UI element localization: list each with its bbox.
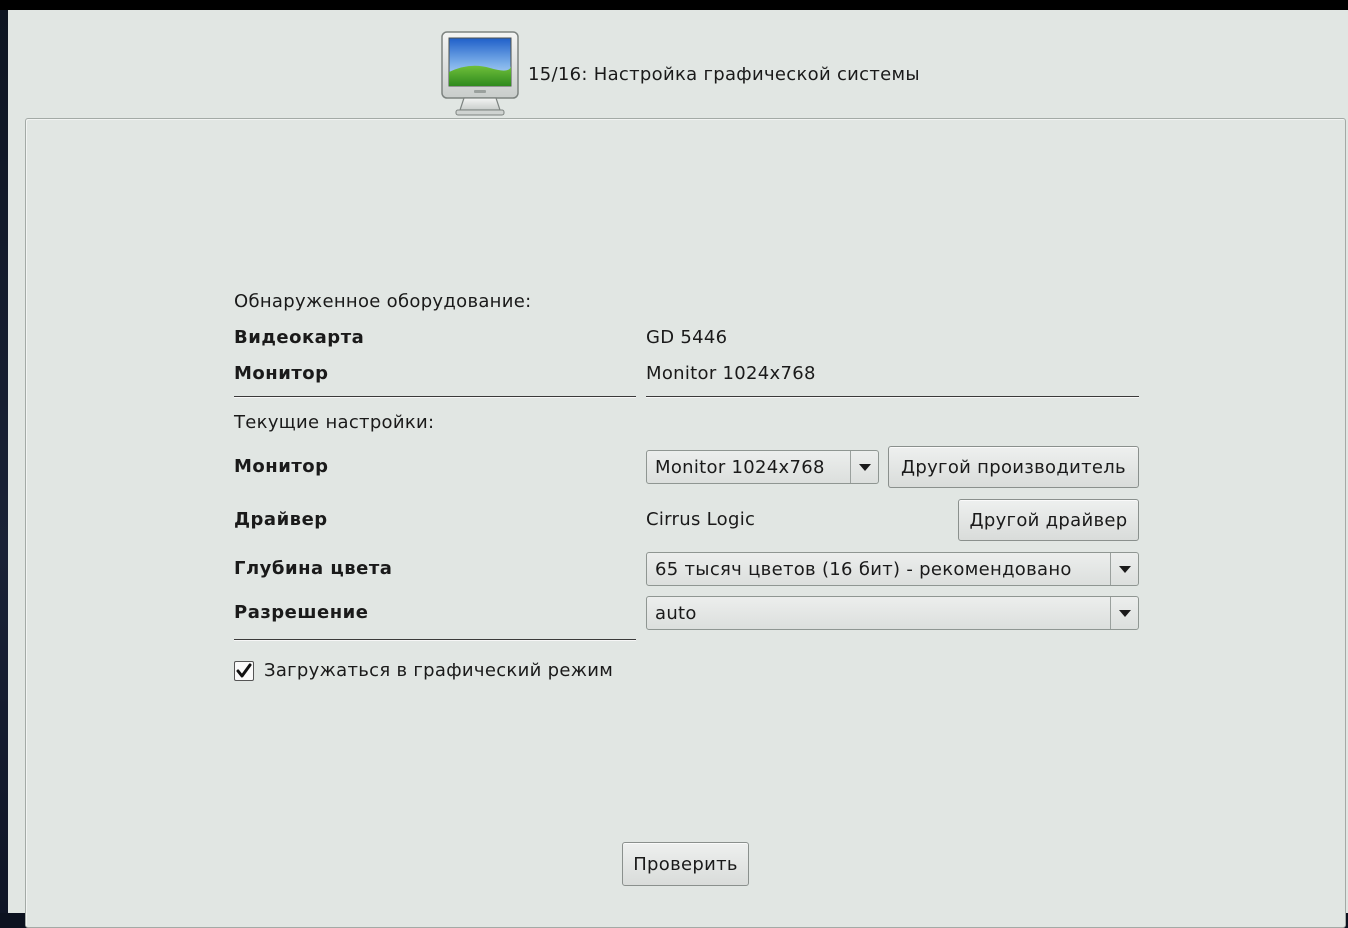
installer-window: 15/16: Настройка графической системы Обн…: [8, 10, 1348, 928]
chevron-down-icon[interactable]: [850, 451, 878, 483]
detected-monitor-value: Monitor 1024x768: [646, 363, 816, 384]
checkmark-icon: [236, 663, 252, 678]
separator-left: [234, 396, 636, 397]
detected-monitor-label: Монитор: [234, 363, 329, 384]
resolution-select-value: auto: [655, 602, 697, 624]
desktop-background: [0, 10, 8, 913]
resolution-select[interactable]: auto: [646, 596, 1139, 630]
color-depth-select[interactable]: 65 тысяч цветов (16 бит) - рекомендовано: [646, 552, 1139, 586]
video-card-label: Видеокарта: [234, 327, 365, 348]
monitor-select-value: Monitor 1024x768: [655, 456, 825, 478]
other-vendor-button[interactable]: Другой производитель: [888, 446, 1139, 488]
test-button[interactable]: Проверить: [622, 842, 749, 886]
color-depth-label: Глубина цвета: [234, 558, 393, 579]
detected-hardware-heading: Обнаруженное оборудование:: [234, 291, 532, 312]
color-depth-select-value: 65 тысяч цветов (16 бит) - рекомендовано: [655, 558, 1072, 580]
step-header: 15/16: Настройка графической системы: [440, 28, 920, 120]
separator-bottom: [234, 639, 636, 640]
chevron-down-icon[interactable]: [1110, 553, 1138, 585]
video-card-value: GD 5446: [646, 327, 728, 348]
driver-label: Драйвер: [234, 509, 328, 530]
monitor-icon: [440, 30, 520, 118]
other-driver-button[interactable]: Другой драйвер: [958, 499, 1139, 541]
page-title: 15/16: Настройка графической системы: [528, 63, 920, 85]
boot-graphical-label[interactable]: Загружаться в графический режим: [264, 660, 613, 681]
driver-value: Cirrus Logic: [646, 509, 756, 530]
boot-graphical-checkbox[interactable]: [234, 661, 254, 681]
screen-top-edge: [0, 0, 1348, 10]
current-settings-heading: Текущие настройки:: [234, 412, 435, 433]
chevron-down-icon[interactable]: [1110, 597, 1138, 629]
monitor-select[interactable]: Monitor 1024x768: [646, 450, 879, 484]
separator-right: [646, 396, 1139, 397]
monitor-label: Монитор: [234, 456, 329, 477]
resolution-label: Разрешение: [234, 602, 369, 623]
